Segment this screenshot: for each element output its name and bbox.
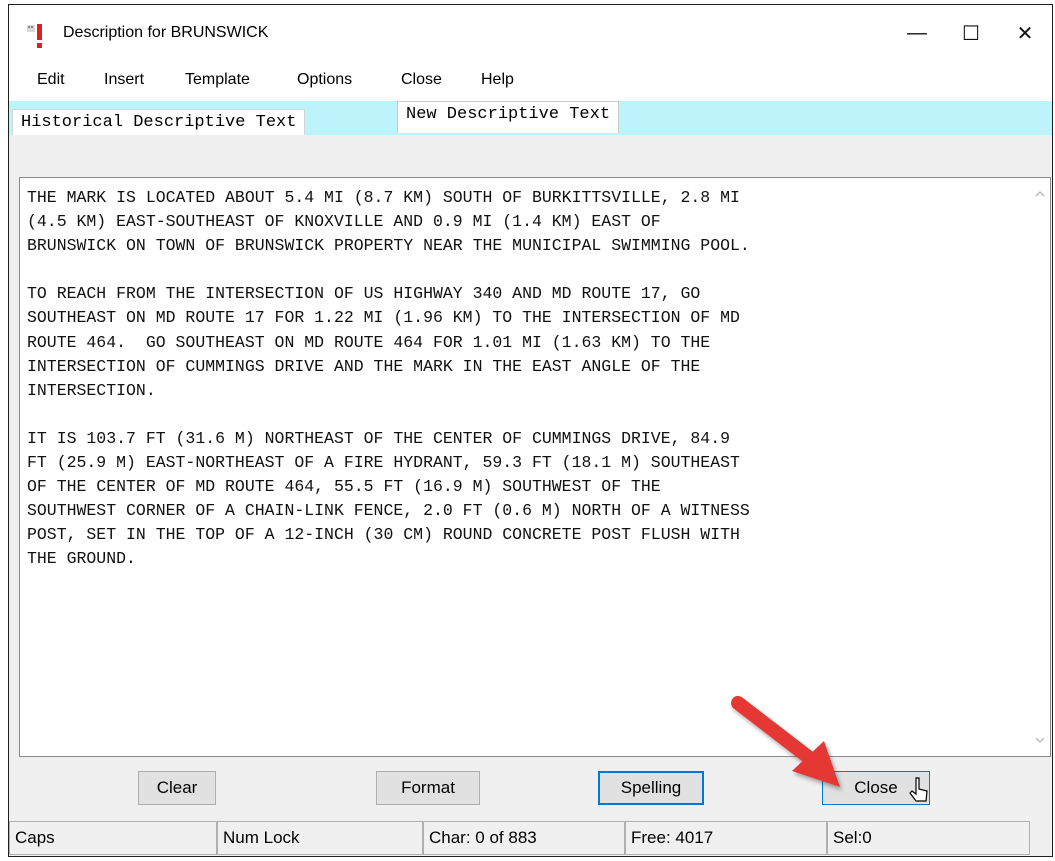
close-window-button[interactable]: ✕ bbox=[998, 5, 1052, 61]
window-title: Description for BRUNSWICK bbox=[63, 24, 269, 41]
clear-button[interactable]: Clear bbox=[138, 771, 216, 805]
red-arrow-annotation bbox=[731, 696, 840, 787]
tab-strip: Historical Descriptive Text New Descript… bbox=[9, 101, 1052, 135]
status-caps: Caps bbox=[9, 821, 217, 855]
chevron-up-icon[interactable] bbox=[1030, 184, 1050, 204]
maximize-button[interactable]: ☐ bbox=[944, 5, 998, 61]
tab-historical-descriptive-text[interactable]: Historical Descriptive Text bbox=[12, 109, 306, 135]
format-button[interactable]: Format bbox=[376, 771, 480, 805]
status-free: Free: 4017 bbox=[625, 821, 827, 855]
tab-new-descriptive-text[interactable]: New Descriptive Text bbox=[397, 101, 620, 133]
minimize-icon: — bbox=[907, 21, 927, 44]
close-icon: ✕ bbox=[1016, 22, 1034, 45]
menu-bar: Edit Insert Template Options Close Help bbox=[9, 61, 1052, 101]
menu-insert[interactable]: Insert bbox=[104, 71, 144, 89]
status-char-count: Char: 0 of 883 bbox=[423, 821, 625, 855]
tab-panel-header bbox=[9, 135, 1052, 177]
menu-template[interactable]: Template bbox=[185, 71, 250, 89]
status-bar: Caps Num Lock Char: 0 of 883 Free: 4017 … bbox=[9, 817, 1052, 857]
menu-options[interactable]: Options bbox=[297, 71, 352, 89]
menu-edit[interactable]: Edit bbox=[37, 71, 65, 89]
chevron-down-icon[interactable] bbox=[1030, 730, 1050, 750]
title-bar: Description for BRUNSWICK — ☐ ✕ bbox=[9, 5, 1052, 61]
app-icon bbox=[27, 24, 42, 48]
status-selection: Sel:0 bbox=[827, 821, 1030, 855]
status-num-lock: Num Lock bbox=[217, 821, 423, 855]
minimize-button[interactable]: — bbox=[890, 5, 944, 61]
description-textarea[interactable]: THE MARK IS LOCATED ABOUT 5.4 MI (8.7 KM… bbox=[19, 177, 1051, 757]
mouse-pointer-icon bbox=[909, 777, 928, 802]
maximize-icon: ☐ bbox=[962, 22, 980, 45]
menu-help[interactable]: Help bbox=[481, 71, 514, 89]
description-window: Description for BRUNSWICK — ☐ ✕ Edit Ins… bbox=[8, 4, 1053, 857]
spelling-button[interactable]: Spelling bbox=[598, 771, 704, 805]
description-text[interactable]: THE MARK IS LOCATED ABOUT 5.4 MI (8.7 KM… bbox=[27, 186, 1017, 572]
vertical-scrollbar[interactable] bbox=[1030, 178, 1050, 756]
menu-close[interactable]: Close bbox=[401, 71, 442, 89]
